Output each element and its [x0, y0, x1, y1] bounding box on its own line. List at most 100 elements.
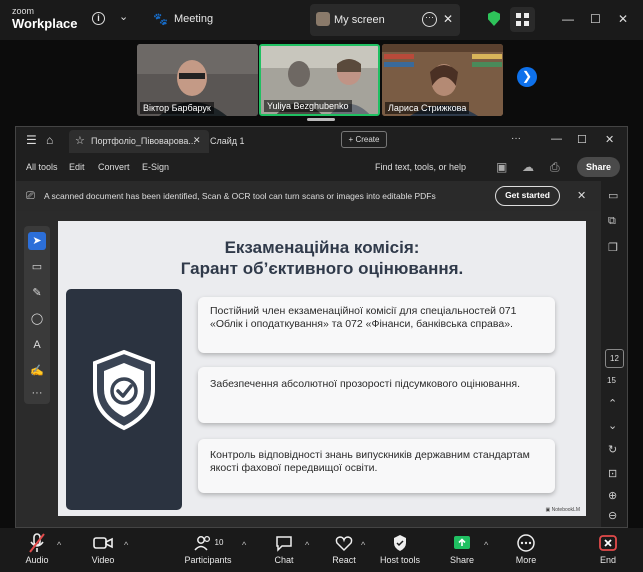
- audio-label: Audio: [25, 555, 49, 565]
- window-close-icon[interactable]: ✕: [605, 133, 614, 146]
- get-started-button[interactable]: Get started: [495, 186, 560, 206]
- chat-button[interactable]: Chat: [270, 533, 298, 565]
- host-tools-label: Host tools: [379, 555, 421, 565]
- menu-edit[interactable]: Edit: [69, 162, 85, 172]
- upload-cloud-icon[interactable]: ☁: [522, 160, 534, 174]
- comment-icon[interactable]: ▭: [608, 189, 618, 202]
- acrobat-window: ☰ ⌂ ☆ Портфоліо_Півоварова... ✕ Слайд 1 …: [15, 126, 628, 528]
- pen-icon[interactable]: ✎: [28, 284, 46, 302]
- right-toolbar: ▭ ⧉ ❐ 12 15 ⌃ ⌄ ↻ ⊡ ⊕ ⊖: [601, 181, 627, 527]
- participant-tile-active[interactable]: Yuliya Bezghubenko: [259, 44, 380, 116]
- meeting-tab[interactable]: 🐾 Meeting: [153, 12, 213, 26]
- menu-esign[interactable]: E-Sign: [142, 162, 169, 172]
- participant-name: Yuliya Bezghubenko: [264, 100, 352, 112]
- share-options-caret[interactable]: ^: [484, 540, 488, 550]
- more-options-icon[interactable]: ···: [422, 12, 437, 27]
- info-card: Контроль відповідності знань випускників…: [198, 439, 555, 493]
- zoom-title-bar: zoom Workplace i ⌄ 🐾 Meeting My screen ·…: [0, 0, 643, 40]
- select-cursor-icon[interactable]: ➤: [28, 232, 46, 250]
- page-number-input[interactable]: 12: [605, 349, 624, 368]
- create-button[interactable]: + Create: [341, 131, 387, 148]
- maximize-icon[interactable]: ☐: [577, 133, 587, 146]
- chevron-down-icon[interactable]: ⌄: [119, 10, 128, 23]
- meeting-controls: Audio ^ Video ^ 10 Participants ^ Chat ^…: [0, 528, 643, 572]
- rotate-icon[interactable]: ↻: [608, 443, 617, 456]
- minimize-icon[interactable]: —: [562, 12, 574, 26]
- page-total: 15: [607, 376, 616, 385]
- zoom-logo-line2: Workplace: [12, 16, 78, 31]
- end-meeting-button[interactable]: End: [594, 533, 622, 565]
- audio-button[interactable]: Audio: [22, 533, 52, 565]
- security-shield-icon[interactable]: [488, 11, 500, 26]
- slide-page: Екзаменаційна комісія: Гарант об’єктивно…: [58, 221, 586, 516]
- minimize-icon[interactable]: —: [551, 133, 562, 145]
- star-icon[interactable]: ☆: [75, 134, 85, 147]
- close-icon[interactable]: ✕: [577, 189, 586, 202]
- text-select-icon[interactable]: A: [28, 336, 46, 354]
- tab-slide[interactable]: Слайд 1: [210, 136, 245, 146]
- next-page-arrow-icon[interactable]: ❯: [517, 67, 537, 87]
- video-options-caret[interactable]: ^: [124, 540, 128, 550]
- lasso-icon[interactable]: ◯: [28, 310, 46, 328]
- page-up-icon[interactable]: ⌃: [608, 397, 617, 410]
- video-strip: Віктор Барбарук Yuliya Bezghubenko Ларис…: [0, 40, 643, 126]
- close-icon[interactable]: ✕: [443, 12, 453, 26]
- add-comment-icon[interactable]: ▭: [28, 258, 46, 276]
- participant-name: Віктор Барбарук: [140, 102, 214, 114]
- share-button[interactable]: Share: [577, 157, 620, 177]
- acrobat-menu-bar: All tools Edit Convert E-Sign Find text,…: [16, 153, 627, 181]
- participant-tile[interactable]: Віктор Барбарук: [137, 44, 258, 116]
- react-options-caret[interactable]: ^: [361, 540, 365, 550]
- slide-title: Екзаменаційна комісія: Гарант об’єктивно…: [58, 237, 586, 279]
- share-label: Share: [449, 555, 475, 565]
- print-icon[interactable]: ⎙: [550, 160, 560, 175]
- audio-options-caret[interactable]: ^: [57, 540, 61, 550]
- participants-options-caret[interactable]: ^: [242, 540, 246, 550]
- save-icon[interactable]: ▣: [496, 160, 507, 174]
- document-tab[interactable]: ☆ Портфоліо_Півоварова... ✕: [69, 130, 209, 153]
- participant-tile[interactable]: Лариса Стрижкова: [382, 44, 503, 116]
- chat-options-caret[interactable]: ^: [305, 540, 309, 550]
- video-label: Video: [91, 555, 115, 565]
- my-screen-tab[interactable]: My screen ··· ✕: [310, 4, 460, 36]
- scan-message: A scanned document has been identified, …: [44, 191, 436, 201]
- menu-all-tools[interactable]: All tools: [26, 162, 58, 172]
- react-button[interactable]: React: [329, 533, 359, 565]
- end-label: End: [599, 555, 616, 565]
- document-view: ➤ ▭ ✎ ◯ A ✍ ··· Екзаменаційна комісія: Г…: [16, 211, 601, 527]
- sign-icon[interactable]: ✍: [28, 362, 46, 380]
- slide-title-line2: Гарант об’єктивного оцінювання.: [180, 259, 464, 278]
- document-tab-title: Портфоліо_Півоварова...: [91, 136, 196, 146]
- share-screen-icon: [448, 533, 476, 553]
- more-tools-icon[interactable]: ···: [28, 384, 46, 402]
- end-call-icon: [594, 533, 622, 553]
- search-field[interactable]: Find text, tools, or help: [375, 162, 466, 172]
- view-grid-button[interactable]: [510, 7, 535, 32]
- card-text: Контроль відповідності знань випускників…: [210, 449, 530, 474]
- muted-mic-icon: [22, 533, 52, 553]
- tab-close-icon[interactable]: ✕: [193, 135, 201, 146]
- left-tool-panel: ➤ ▭ ✎ ◯ A ✍ ···: [24, 226, 50, 404]
- zoom-out-icon[interactable]: ⊖: [608, 509, 617, 522]
- more-button[interactable]: More: [511, 533, 541, 565]
- page-down-icon[interactable]: ⌄: [608, 419, 617, 432]
- resize-handle[interactable]: [307, 118, 335, 121]
- maximize-icon[interactable]: ☐: [590, 12, 601, 26]
- menu-convert[interactable]: Convert: [98, 162, 130, 172]
- video-button[interactable]: Video: [88, 533, 118, 565]
- thumbnails-icon[interactable]: ⧉: [608, 215, 616, 228]
- host-tools-button[interactable]: Host tools: [378, 533, 422, 565]
- acrobat-title-bar: ☰ ⌂ ☆ Портфоліо_Півоварова... ✕ Слайд 1 …: [16, 127, 627, 153]
- info-icon[interactable]: i: [92, 12, 105, 25]
- share-screen-button[interactable]: Share: [448, 533, 476, 565]
- more-icon[interactable]: ···: [511, 133, 521, 144]
- participants-button[interactable]: 10 Participants: [183, 533, 233, 565]
- participants-icon: 10: [183, 533, 233, 553]
- my-screen-thumbnail: [316, 12, 330, 26]
- zoom-in-icon[interactable]: ⊕: [608, 489, 617, 502]
- copy-icon[interactable]: ❐: [608, 241, 618, 254]
- home-icon[interactable]: ⌂: [46, 133, 53, 147]
- fit-page-icon[interactable]: ⊡: [608, 467, 617, 480]
- hamburger-menu-icon[interactable]: ☰: [26, 133, 37, 147]
- window-close-icon[interactable]: ✕: [618, 12, 628, 26]
